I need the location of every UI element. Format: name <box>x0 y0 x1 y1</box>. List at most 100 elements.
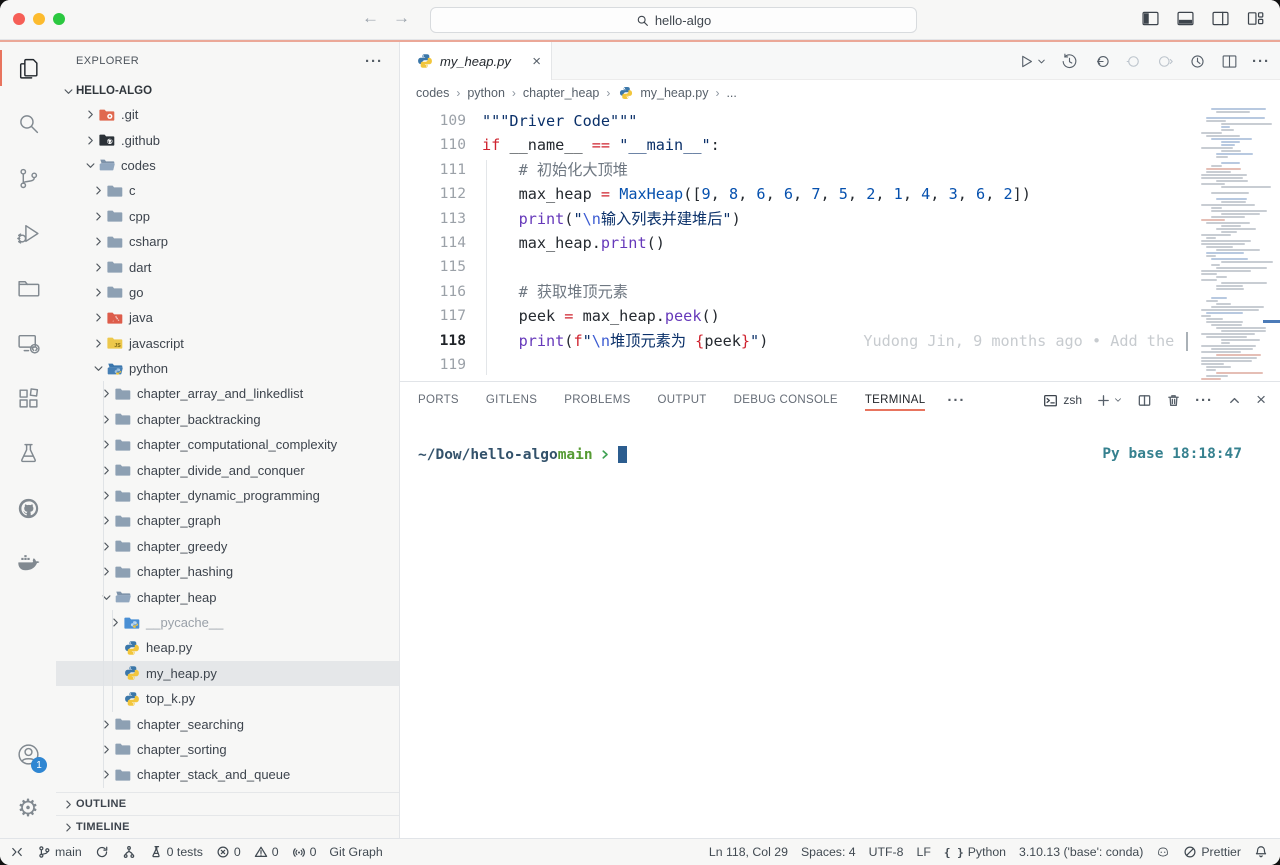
split-terminal-button[interactable] <box>1137 393 1152 408</box>
minimap[interactable] <box>1196 106 1280 381</box>
breadcrumb-item-codes[interactable]: codes <box>416 86 449 100</box>
panel-more-actions-button[interactable]: ··· <box>1195 392 1213 409</box>
tree-item-codes[interactable]: codes <box>56 153 399 178</box>
tree-item-dart[interactable]: dart <box>56 254 399 279</box>
tree-item-javascript[interactable]: JSjavascript <box>56 331 399 356</box>
open-previous-revision-icon[interactable] <box>1092 52 1111 71</box>
code-line-109[interactable]: 109"""Driver Code""" <box>400 109 1196 133</box>
breadcrumb-item-chapter-heap[interactable]: chapter_heap <box>523 86 599 100</box>
breadcrumb-item--[interactable]: ... <box>726 86 736 100</box>
tree-item-java[interactable]: java <box>56 305 399 330</box>
code-line-116[interactable]: 116 # 获取堆顶元素 <box>400 280 1196 304</box>
panel-tab-output[interactable]: OUTPUT <box>658 385 707 415</box>
status-git-sync[interactable] <box>95 845 109 859</box>
tree-item-chapter-array-and-linkedlist[interactable]: chapter_array_and_linkedlist <box>56 381 399 406</box>
customize-layout-icon[interactable] <box>1245 8 1266 29</box>
navigate-back-button[interactable]: ← <box>362 8 379 28</box>
code-line-117[interactable]: 117 peek = max_heap.peek() <box>400 304 1196 328</box>
code-line-112[interactable]: 112 max_heap = MaxHeap([9, 8, 6, 6, 7, 5… <box>400 182 1196 206</box>
tree-item-chapter-sorting[interactable]: chapter_sorting <box>56 737 399 762</box>
panel-tab-gitlens[interactable]: GITLENS <box>486 385 537 415</box>
panel-tab-problems[interactable]: PROBLEMS <box>564 385 630 415</box>
status-ports-forwarded[interactable]: 0 <box>292 845 317 859</box>
code-line-110[interactable]: 110if __name__ == "__main__": <box>400 133 1196 157</box>
split-editor-icon[interactable] <box>1220 52 1239 71</box>
activity-item-run-debug[interactable] <box>0 207 56 259</box>
commit-graph-icon[interactable] <box>1188 52 1207 71</box>
status-eol[interactable]: LF <box>916 845 930 859</box>
activity-item-testing[interactable] <box>0 427 56 479</box>
activity-item-github[interactable] <box>0 482 56 534</box>
tree-item-go[interactable]: go <box>56 280 399 305</box>
activity-item-explorer[interactable] <box>0 42 56 94</box>
tree-item-chapter-greedy[interactable]: chapter_greedy <box>56 534 399 559</box>
status-prettier[interactable]: Prettier <box>1183 845 1241 859</box>
more-actions-icon[interactable]: ··· <box>1252 53 1270 70</box>
terminal-view[interactable]: ~/Dow/hello-algo main Py base 18:18:47 <box>400 418 1280 463</box>
status-test-status[interactable]: 0 tests <box>149 845 203 859</box>
status-git-graph-view[interactable] <box>122 845 136 859</box>
status-problems-errors[interactable]: 0 <box>216 845 241 859</box>
code-line-119[interactable]: 119 <box>400 353 1196 377</box>
status-problems-warnings[interactable]: 0 <box>254 845 279 859</box>
status-indentation[interactable]: Spaces: 4 <box>801 845 856 859</box>
tab-my-heap-py[interactable]: my_heap.py × <box>400 42 552 80</box>
activity-item-docker[interactable] <box>0 537 56 589</box>
activity-item-search[interactable] <box>0 97 56 149</box>
explorer-more-actions-button[interactable]: ··· <box>365 53 383 70</box>
tree-item-cpp[interactable]: cpp <box>56 204 399 229</box>
close-panel-icon[interactable]: × <box>1256 390 1266 410</box>
activity-item-extensions[interactable] <box>0 372 56 424</box>
kill-terminal-button[interactable] <box>1166 393 1181 408</box>
close-tab-icon[interactable]: × <box>532 54 541 69</box>
tree-item-my-heap-py[interactable]: my_heap.py <box>56 661 399 686</box>
section-timeline[interactable]: TIMELINE <box>56 815 399 838</box>
status-remote-indicator[interactable] <box>10 845 24 859</box>
tree-item-chapter-backtracking[interactable]: chapter_backtracking <box>56 407 399 432</box>
activity-item-accounts[interactable]: 1 <box>0 728 56 780</box>
next-change-icon[interactable] <box>1156 52 1175 71</box>
tree-item-top-k-py[interactable]: top_k.py <box>56 686 399 711</box>
status-notifications[interactable] <box>1254 845 1268 859</box>
run-python-file-button[interactable] <box>1016 52 1047 71</box>
code-line-115[interactable]: 115 <box>400 255 1196 279</box>
tree-item-heap-py[interactable]: heap.py <box>56 635 399 660</box>
activity-item-remote-explorer[interactable] <box>0 317 56 369</box>
tree-item-python[interactable]: python <box>56 356 399 381</box>
status-copilot[interactable] <box>1156 845 1170 859</box>
terminal-profile-zsh[interactable]: zsh <box>1043 393 1082 408</box>
code-line-114[interactable]: 114 max_heap.print() <box>400 231 1196 255</box>
breadcrumb-item-python[interactable]: python <box>467 86 505 100</box>
panel-tab-debug-console[interactable]: DEBUG CONSOLE <box>734 385 838 415</box>
tree-root-hello-algo[interactable]: HELLO-ALGO <box>56 80 399 102</box>
tree-item-chapter-computational-complexity[interactable]: chapter_computational_complexity <box>56 432 399 457</box>
activity-item-folder-explorer[interactable] <box>0 262 56 314</box>
toggle-panel-icon[interactable] <box>1175 8 1196 29</box>
tree-item--git[interactable]: .git <box>56 102 399 127</box>
toggle-secondary-sidebar-icon[interactable] <box>1210 8 1231 29</box>
status-encoding[interactable]: UTF-8 <box>869 845 904 859</box>
maximize-panel-icon[interactable] <box>1227 393 1242 408</box>
command-center-search[interactable]: hello-algo <box>430 7 917 33</box>
new-terminal-button[interactable] <box>1096 393 1123 408</box>
file-history-icon[interactable] <box>1060 52 1079 71</box>
previous-change-icon[interactable] <box>1124 52 1143 71</box>
tree-item--pycache-[interactable]: __pycache__ <box>56 610 399 635</box>
tree-item-chapter-hashing[interactable]: chapter_hashing <box>56 559 399 584</box>
code-editor[interactable]: 109"""Driver Code"""110if __name__ == "_… <box>400 106 1280 381</box>
code-line-118[interactable]: 118 print(f"\n堆顶元素为 {peek}")Yudong Jin, … <box>400 329 1196 353</box>
panel-views-more-button[interactable]: ··· <box>947 392 965 409</box>
close-window-button[interactable] <box>13 13 25 25</box>
activity-item-source-control[interactable] <box>0 152 56 204</box>
tree-item-chapter-searching[interactable]: chapter_searching <box>56 711 399 736</box>
tree-item-chapter-dynamic-programming[interactable]: chapter_dynamic_programming <box>56 483 399 508</box>
tree-item--github[interactable]: .github <box>56 127 399 152</box>
breadcrumb-item-my-heap-py[interactable]: my_heap.py <box>617 85 708 101</box>
panel-tab-terminal[interactable]: TERMINAL <box>865 385 926 415</box>
tree-item-csharp[interactable]: csharp <box>56 229 399 254</box>
code-line-111[interactable]: 111 # 初始化大顶堆 <box>400 158 1196 182</box>
code-line-113[interactable]: 113 print("\n输入列表并建堆后") <box>400 207 1196 231</box>
status-git-branch[interactable]: main <box>37 845 82 859</box>
status-git-graph-extension[interactable]: Git Graph <box>329 845 382 859</box>
activity-item-settings[interactable]: ⚙ <box>0 783 56 835</box>
